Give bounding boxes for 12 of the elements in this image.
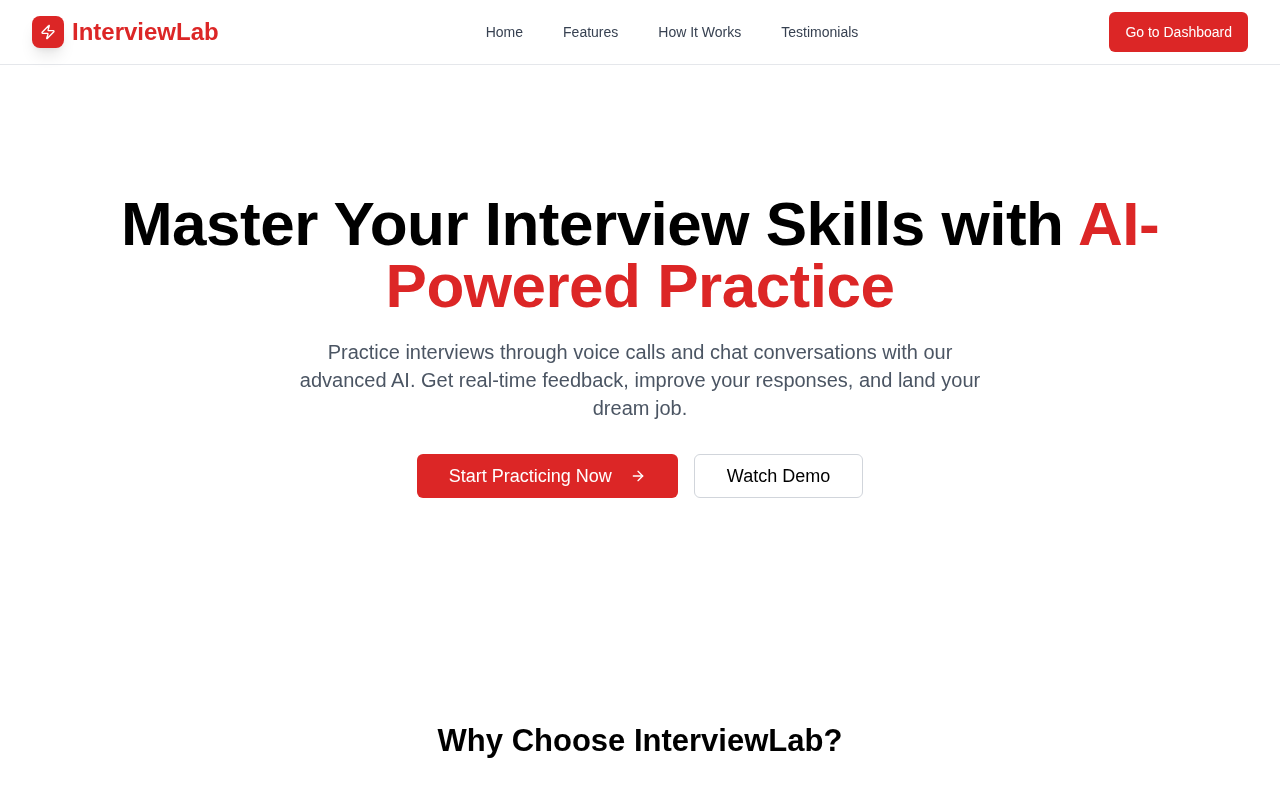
nav-link[interactable]: Home [485, 21, 524, 43]
demo-button[interactable]: Watch Demo [693, 454, 864, 498]
hero-heading: Master Your Interview Skills with AI-Powered Practice [119, 193, 1161, 317]
nav-link[interactable]: Features [563, 21, 619, 43]
brand-name: InterviewLab [72, 17, 219, 47]
start-button[interactable]: Start Practicing Now [416, 454, 678, 498]
section-heading: Why Choose InterviewLab? [437, 723, 843, 759]
logo-icon [32, 16, 64, 48]
nav-link[interactable]: Testimonials [781, 21, 859, 43]
nav-link[interactable]: How It Works [658, 21, 742, 43]
dashboard-button[interactable]: Go to Dashboard [1109, 12, 1248, 52]
hero-subtitle: Practice interviews through voice calls and chat conversations with our advanced AI. Get real-time feedback, improve your responses, and land your dream job. [298, 340, 982, 421]
